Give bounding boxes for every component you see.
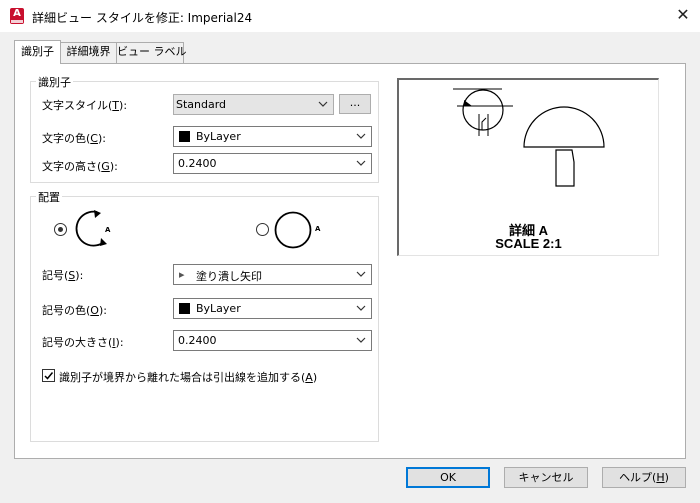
help-button[interactable]: ヘルプ(H) [602, 467, 686, 488]
chevron-down-icon [318, 101, 328, 107]
text-height-value: 0.2400 [178, 157, 217, 170]
symbol-size-combo[interactable]: 0.2400 [173, 330, 372, 351]
color-swatch [179, 303, 190, 314]
symbol-color-combo[interactable]: ByLayer [173, 298, 372, 319]
symbol-label: 記号(S): [42, 269, 84, 282]
text-height-label: 文字の高さ(G): [42, 160, 118, 173]
symbol-size-label: 記号の大きさ(I): [42, 336, 124, 349]
symbol-color-value: ByLayer [196, 302, 241, 315]
chevron-down-icon [356, 160, 366, 166]
symbol-size-value: 0.2400 [178, 334, 217, 347]
preview-scale-label: SCALE 2:1 [495, 236, 562, 251]
cancel-button[interactable]: キャンセル [504, 467, 588, 488]
text-style-label: 文字スタイル(T): [42, 99, 128, 112]
add-leader-label[interactable]: 識別子が境界から離れた場合は引出線を追加する(A) [59, 369, 317, 385]
tab-view-label[interactable]: ビュー ラベル [116, 42, 187, 63]
text-style-combo[interactable]: Standard [173, 94, 334, 115]
autocad-app-icon: A [10, 8, 24, 24]
window-title: 詳細ビュー スタイルを修正: Imperial24 [32, 11, 253, 25]
text-height-combo[interactable]: 0.2400 [173, 153, 372, 174]
placement-option-2-radio[interactable] [256, 223, 269, 236]
text-style-browse-button[interactable]: ... [339, 94, 371, 114]
color-swatch [179, 131, 190, 142]
symbol-value: 塗り潰し矢印 [196, 270, 262, 283]
symbol-combo[interactable]: ▸ 塗り潰し矢印 [173, 264, 372, 285]
checkmark-icon [44, 372, 54, 380]
chevron-down-icon [356, 337, 366, 343]
chevron-down-icon [356, 133, 366, 139]
filled-arrow-icon: ▸ [179, 268, 185, 281]
placement-option-2-letter: A [315, 225, 321, 233]
tab-detail-boundary[interactable]: 詳細境界 [60, 42, 117, 63]
symbol-color-label: 記号の色(O): [42, 304, 107, 317]
title-bar: A 詳細ビュー スタイルを修正: Imperial24 ✕ [0, 0, 700, 32]
text-style-value: Standard [176, 98, 227, 111]
ok-button[interactable]: OK [406, 467, 490, 488]
placement-option-1-letter: A [105, 226, 111, 234]
chevron-down-icon [356, 305, 366, 311]
add-leader-checkbox[interactable] [42, 369, 55, 382]
circle-icon [274, 211, 312, 249]
text-color-label: 文字の色(C): [42, 132, 106, 145]
chevron-down-icon [356, 271, 366, 277]
preview-pane: 詳細 A SCALE 2:1 [397, 78, 659, 256]
placement-option-1-radio[interactable] [54, 223, 67, 236]
identifier-group-label: 識別子 [36, 74, 73, 90]
text-color-value: ByLayer [196, 130, 241, 143]
placement-group-label: 配置 [36, 189, 62, 205]
text-color-combo[interactable]: ByLayer [173, 126, 372, 147]
close-icon[interactable]: ✕ [670, 2, 696, 28]
tab-identifier[interactable]: 識別子 [14, 40, 61, 64]
